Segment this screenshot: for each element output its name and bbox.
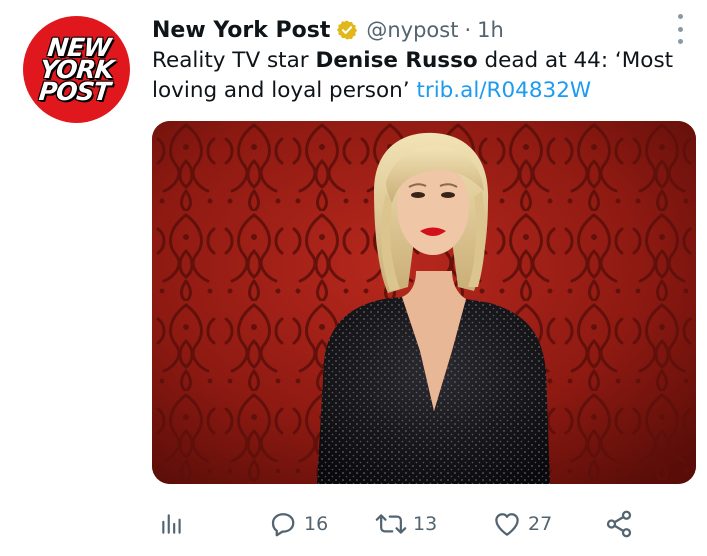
tweet-header: New York Post @nypost · 1h [152, 14, 504, 46]
timestamp[interactable]: 1h [477, 18, 504, 42]
photo-illustration [152, 121, 696, 484]
new-york-post-logo: NEW YORK POST [36, 33, 116, 106]
bar-chart-icon [162, 514, 181, 534]
tweet-media-photo[interactable] [152, 121, 696, 484]
heart-icon [495, 513, 519, 536]
retweet-count: 13 [413, 513, 438, 535]
retweet-button[interactable]: 13 [375, 504, 437, 544]
more-options-icon[interactable] [672, 14, 688, 44]
separator-dot: · [464, 18, 472, 42]
retweet-icon [375, 514, 407, 534]
tweet-link[interactable]: trib.al/R04832W [416, 78, 591, 103]
logo-line-3: POST [37, 76, 112, 106]
tweet-text: Reality TV star Denise Russo dead at 44:… [152, 46, 692, 106]
share-icon [606, 510, 632, 538]
like-count: 27 [528, 513, 553, 535]
reply-button[interactable]: 16 [268, 504, 328, 544]
display-name[interactable]: New York Post [152, 18, 330, 43]
handle[interactable]: @nypost [366, 18, 458, 42]
share-button[interactable] [604, 504, 634, 544]
tweet-actions: 16 13 27 [152, 504, 652, 544]
like-button[interactable]: 27 [492, 504, 552, 544]
reply-icon [271, 513, 295, 537]
analytics-button[interactable] [159, 504, 185, 544]
tweet-text-bold-name: Denise Russo [315, 48, 478, 73]
avatar[interactable]: NEW YORK POST [23, 16, 130, 123]
reply-count: 16 [304, 513, 329, 535]
verified-badge-icon[interactable] [336, 19, 358, 41]
tweet-card[interactable]: NEW YORK POST New York Post @nypost · 1h… [0, 0, 707, 556]
tweet-text-part-1: Reality TV star [152, 48, 316, 73]
